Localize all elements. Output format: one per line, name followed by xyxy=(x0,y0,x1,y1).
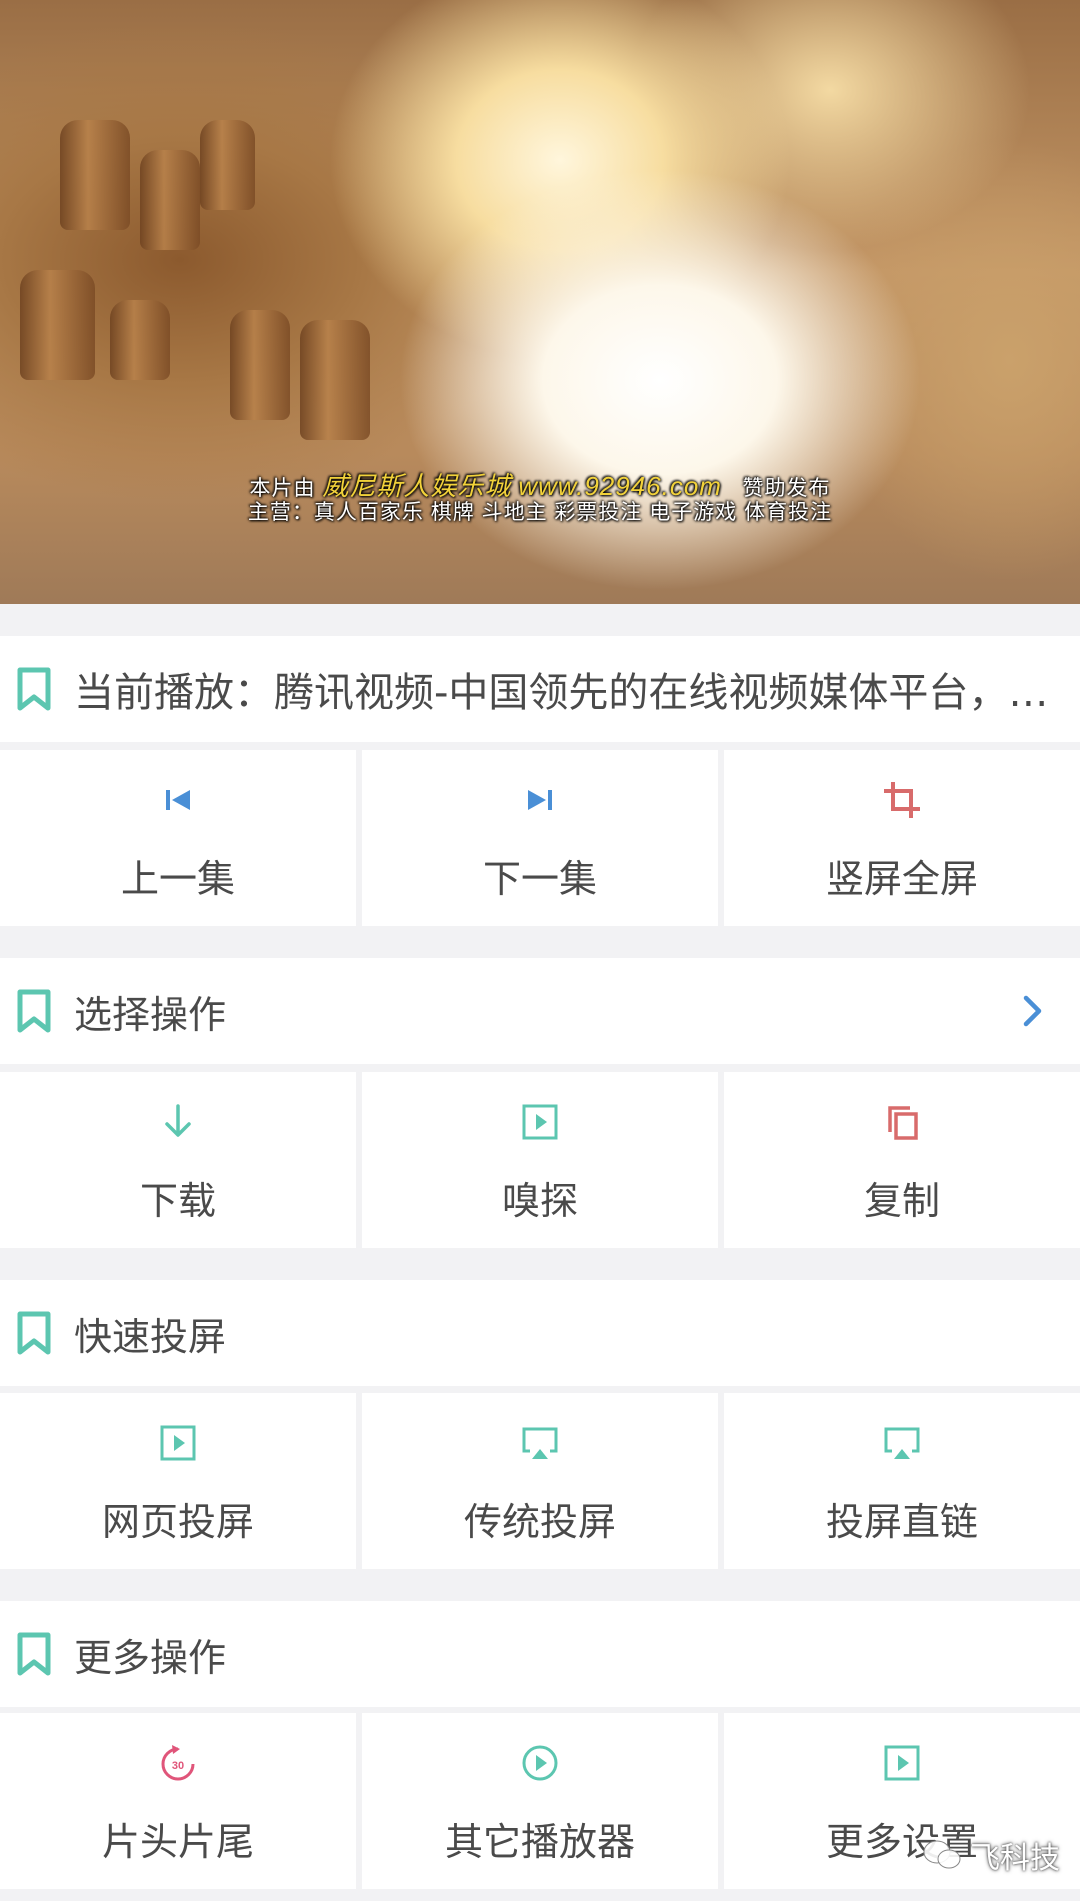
web-cast-button[interactable]: 网页投屏 xyxy=(0,1393,356,1569)
chevron-right-icon[interactable] xyxy=(1014,993,1050,1029)
scene-barrel xyxy=(140,150,200,250)
crop-icon xyxy=(884,782,920,818)
download-label: 下载 xyxy=(139,1179,216,1223)
scene-barrel xyxy=(230,310,290,420)
now-playing-text: 当前播放：腾讯视频-中国领先的在线视频媒体平台，… xyxy=(74,670,1049,716)
play-circle-icon xyxy=(522,1745,558,1781)
watermark-text: 飞科技 xyxy=(970,1841,1060,1876)
select-ops-grid: 下载 嗅探 复制 xyxy=(0,1072,1080,1248)
replay-30-badge: 30 xyxy=(172,1760,184,1772)
airplay-icon xyxy=(522,1427,558,1459)
now-playing-bar: 当前播放：腾讯视频-中国领先的在线视频媒体平台，… xyxy=(0,636,1080,742)
download-button[interactable]: 下载 xyxy=(0,1072,356,1248)
video-subtitle-line2: 主营：真人百家乐 棋牌 斗地主 彩票投注 电子游戏 体育投注 xyxy=(247,501,833,524)
other-player-button[interactable]: 其它播放器 xyxy=(362,1713,718,1889)
scene-barrel xyxy=(110,300,170,380)
scene-barrel xyxy=(200,120,255,210)
scene-barrel xyxy=(60,120,130,230)
play-square-icon xyxy=(522,1104,558,1140)
select-ops-title: 选择操作 xyxy=(74,992,227,1037)
download-icon xyxy=(165,1104,191,1137)
next-episode-button[interactable]: 下一集 xyxy=(362,750,718,926)
direct-link-cast-button[interactable]: 投屏直链 xyxy=(724,1393,1080,1569)
sniff-label: 嗅探 xyxy=(501,1179,578,1223)
prev-episode-label: 上一集 xyxy=(120,857,235,901)
portrait-fullscreen-label: 竖屏全屏 xyxy=(825,857,978,901)
quick-cast-header: 快速投屏 xyxy=(0,1280,1080,1386)
playback-controls: 上一集 下一集 竖屏全屏 xyxy=(0,750,1080,926)
video-player[interactable]: 本片由 威尼斯人娱乐城 www.92946.com 赞助发布 主营：真人百家乐 … xyxy=(0,0,1080,604)
play-square-icon xyxy=(884,1745,920,1781)
copy-label: 复制 xyxy=(863,1179,940,1223)
sniff-button[interactable]: 嗅探 xyxy=(362,1072,718,1248)
skip-next-icon xyxy=(528,790,552,810)
more-ops-title: 更多操作 xyxy=(74,1635,227,1680)
bookmark-icon xyxy=(17,1311,51,1355)
more-ops-grid: 30 片头片尾 其它播放器 更多设置 xyxy=(0,1713,1080,1889)
bookmark-icon xyxy=(17,1632,51,1676)
replay-30-icon: 30 xyxy=(161,1745,195,1781)
quick-cast-title: 快速投屏 xyxy=(74,1314,227,1359)
traditional-cast-label: 传统投屏 xyxy=(463,1500,616,1544)
web-cast-label: 网页投屏 xyxy=(101,1500,254,1544)
play-square-icon xyxy=(160,1425,196,1461)
skip-previous-icon xyxy=(166,790,190,810)
direct-link-cast-label: 投屏直链 xyxy=(825,1500,978,1544)
bookmark-icon xyxy=(17,667,51,711)
intro-outro-button[interactable]: 30 片头片尾 xyxy=(0,1713,356,1889)
chat-bubble-icon xyxy=(923,1840,961,1869)
portrait-fullscreen-button[interactable]: 竖屏全屏 xyxy=(724,750,1080,926)
copy-button[interactable]: 复制 xyxy=(724,1072,1080,1248)
intro-outro-label: 片头片尾 xyxy=(101,1820,254,1864)
select-ops-header[interactable]: 选择操作 xyxy=(0,958,1080,1064)
other-player-label: 其它播放器 xyxy=(444,1820,635,1864)
copy-icon xyxy=(888,1106,918,1140)
scene-barrel xyxy=(20,270,95,380)
traditional-cast-button[interactable]: 传统投屏 xyxy=(362,1393,718,1569)
bookmark-icon xyxy=(17,989,51,1033)
watermark: 飞科技 xyxy=(922,1833,1060,1877)
more-ops-header: 更多操作 xyxy=(0,1601,1080,1707)
prev-episode-button[interactable]: 上一集 xyxy=(0,750,356,926)
next-episode-label: 下一集 xyxy=(482,857,597,901)
airplay-icon xyxy=(884,1427,920,1459)
scene-barrel xyxy=(300,320,370,440)
quick-cast-grid: 网页投屏 传统投屏 投屏直链 xyxy=(0,1393,1080,1569)
